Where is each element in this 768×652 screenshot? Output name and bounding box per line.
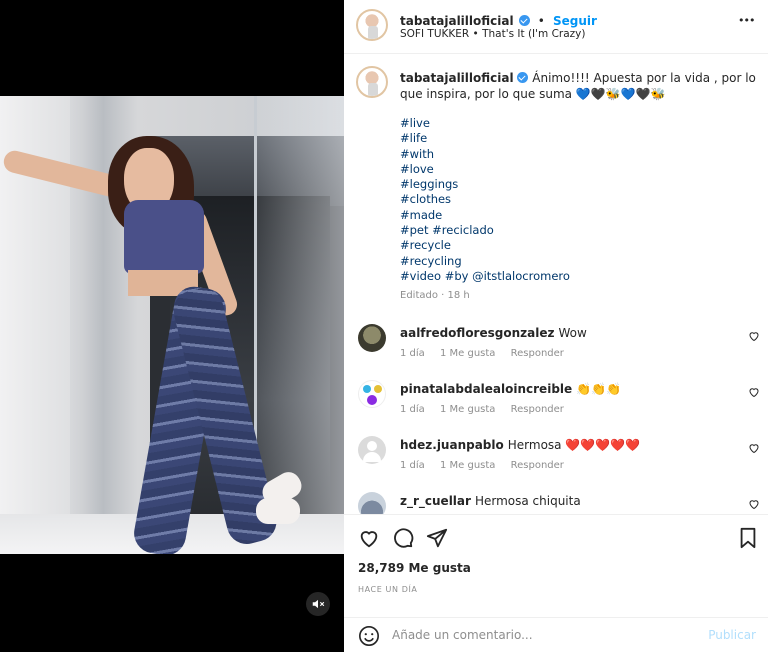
action-bar: 28,789 Me gusta HACE UN DÍA Añade un com… bbox=[344, 514, 768, 652]
comment-item: hdez.juanpablo Hermosa ❤️❤️❤️❤️❤️ 1 día 1… bbox=[344, 434, 768, 490]
comment-time: 1 día bbox=[400, 348, 425, 359]
avatar[interactable] bbox=[356, 66, 388, 98]
comment-username[interactable]: pinatalabdalealoincreible bbox=[400, 382, 572, 396]
comment-item: aalfredofloresgonzalez Wow 1 día 1 Me gus… bbox=[344, 322, 768, 378]
comment-likes[interactable]: 1 Me gusta bbox=[440, 460, 495, 471]
edited-label: Editado · 18 h bbox=[400, 290, 470, 301]
share-icon[interactable] bbox=[426, 527, 448, 549]
heart-icon[interactable] bbox=[748, 386, 760, 398]
bookmark-icon[interactable] bbox=[738, 527, 758, 549]
post-username[interactable]: tabatajalilloficial bbox=[400, 14, 514, 28]
more-options-icon[interactable]: ••• bbox=[738, 14, 755, 27]
add-comment-bar: Añade un comentario... Publicar bbox=[344, 617, 768, 652]
comment-item: pinatalabdalealoincreible 👏👏👏 1 día 1 Me … bbox=[344, 378, 768, 434]
avatar[interactable] bbox=[358, 324, 386, 352]
hashtag[interactable]: #with bbox=[400, 147, 570, 162]
post-header: tabatajalilloficial • Seguir SOFI TUKKER… bbox=[344, 0, 768, 54]
heart-icon[interactable] bbox=[748, 442, 760, 454]
hashtag[interactable]: #love bbox=[400, 162, 570, 177]
mute-button[interactable] bbox=[306, 592, 330, 616]
audio-link[interactable]: SOFI TUKKER • That's It (I'm Crazy) bbox=[400, 28, 586, 40]
caption-block: tabatajalilloficial Ánimo!!!! Apuesta po… bbox=[344, 54, 768, 306]
comment-icon[interactable] bbox=[392, 527, 414, 549]
reply-button[interactable]: Responder bbox=[511, 348, 564, 359]
comment-input[interactable]: Añade un comentario... bbox=[392, 628, 533, 642]
caption-text: tabatajalilloficial Ánimo!!!! Apuesta po… bbox=[400, 70, 756, 102]
post-timestamp: HACE UN DÍA bbox=[358, 585, 418, 594]
hashtag[interactable]: #life bbox=[400, 131, 570, 146]
comment-likes[interactable]: 1 Me gusta bbox=[440, 348, 495, 359]
hashtag[interactable]: #recycling bbox=[400, 254, 570, 269]
hashtag[interactable]: #clothes bbox=[400, 192, 570, 207]
hashtag[interactable]: #recycle bbox=[400, 238, 570, 253]
avatar[interactable] bbox=[356, 9, 388, 41]
hashtag[interactable]: #made bbox=[400, 208, 570, 223]
reply-button[interactable]: Responder bbox=[511, 460, 564, 471]
comment-text: Hermosa chiquita bbox=[474, 494, 581, 508]
speaker-muted-icon bbox=[312, 599, 325, 609]
avatar[interactable] bbox=[358, 492, 386, 514]
post-media[interactable] bbox=[0, 0, 344, 652]
hashtag-list: #live #life #with #love #leggings #cloth… bbox=[400, 116, 570, 284]
comment-text: Hermosa ❤️❤️❤️❤️❤️ bbox=[507, 438, 641, 452]
comment-time: 1 día bbox=[400, 460, 425, 471]
hashtag[interactable]: #video #by @itstlalocromero bbox=[400, 269, 570, 284]
heart-icon[interactable] bbox=[748, 498, 760, 510]
figure-shoe bbox=[256, 498, 300, 524]
hashtag[interactable]: #pet #reciclado bbox=[400, 223, 570, 238]
figure-top bbox=[124, 200, 204, 274]
comment-username[interactable]: aalfredofloresgonzalez bbox=[400, 326, 554, 340]
comment-text: Wow bbox=[558, 326, 587, 340]
hashtag[interactable]: #live bbox=[400, 116, 570, 131]
comment-item: z_r_cuellar Hermosa chiquita bbox=[344, 490, 768, 514]
heart-icon[interactable] bbox=[358, 527, 380, 549]
avatar[interactable] bbox=[358, 436, 386, 464]
like-count[interactable]: 28,789 Me gusta bbox=[358, 561, 471, 575]
post-video[interactable] bbox=[0, 96, 344, 554]
caption-username[interactable]: tabatajalilloficial bbox=[400, 71, 514, 85]
verified-icon bbox=[518, 15, 530, 26]
comment-likes[interactable]: 1 Me gusta bbox=[440, 404, 495, 415]
comment-username[interactable]: z_r_cuellar bbox=[400, 494, 471, 508]
comment-time: 1 día bbox=[400, 404, 425, 415]
follow-button[interactable]: Seguir bbox=[553, 14, 597, 28]
reply-button[interactable]: Responder bbox=[511, 404, 564, 415]
comment-text: 👏👏👏 bbox=[576, 382, 621, 396]
emoji-icon[interactable] bbox=[358, 625, 380, 647]
comment-username[interactable]: hdez.juanpablo bbox=[400, 438, 504, 452]
heart-icon[interactable] bbox=[748, 330, 760, 342]
post-panel: tabatajalilloficial • Seguir SOFI TUKKER… bbox=[344, 0, 768, 652]
verified-icon bbox=[517, 72, 529, 83]
publish-button[interactable]: Publicar bbox=[708, 628, 756, 642]
avatar[interactable] bbox=[358, 380, 386, 408]
hashtag[interactable]: #leggings bbox=[400, 177, 570, 192]
